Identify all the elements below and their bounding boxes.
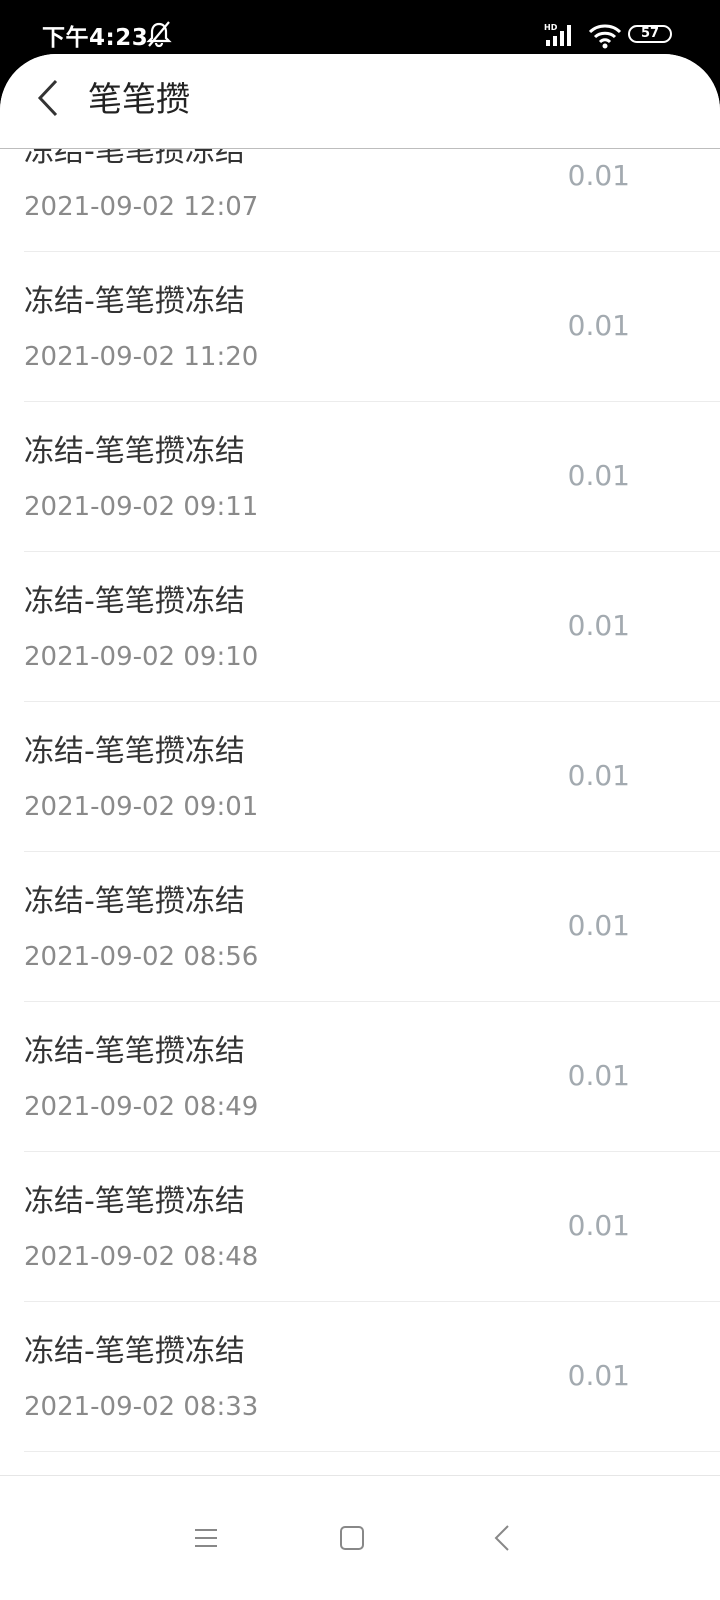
item-time: 2021-09-02 09:01 <box>24 792 259 822</box>
item-title: 冻结-笔笔攒冻结 <box>24 1034 245 1069</box>
item-amount: 0.01 <box>567 1059 630 1092</box>
wifi-icon <box>588 23 622 53</box>
item-time: 2021-09-02 08:48 <box>24 1242 259 1272</box>
status-time: 下午4:23 <box>42 25 149 51</box>
item-amount: 0.01 <box>567 459 630 492</box>
chevron-left-icon <box>34 78 62 122</box>
page-title: 笔笔攒 <box>88 80 190 120</box>
menu-button[interactable] <box>184 1520 228 1560</box>
list-item[interactable]: 冻结-笔笔攒冻结 2021-09-02 09:11 0.01 <box>24 402 720 552</box>
item-amount: 0.01 <box>567 609 630 642</box>
item-title: 冻结-笔笔攒冻结 <box>24 734 245 769</box>
item-title: 冻结-笔笔攒冻结 <box>24 1334 245 1369</box>
menu-icon <box>193 1525 219 1555</box>
item-time: 2021-09-02 09:11 <box>24 492 259 522</box>
list-item[interactable]: 冻结-笔笔攒冻结 2021-09-02 08:33 0.01 <box>24 1302 720 1452</box>
signal-icon: HD <box>544 22 576 52</box>
battery-icon: 57 <box>628 25 672 43</box>
header: 笔笔攒 <box>0 54 720 149</box>
transaction-list[interactable]: 冻结-笔笔攒冻结 2021-09-02 12:07 0.01 冻结-笔笔攒冻结 2021… <box>0 149 720 1475</box>
item-title: 冻结-笔笔攒冻结 <box>24 584 245 619</box>
item-time: 2021-09-02 12:07 <box>24 192 259 222</box>
item-title: 冻结-笔笔攒冻结 <box>24 149 245 169</box>
mute-alarm-icon <box>146 20 172 52</box>
list-item[interactable]: 冻结-笔笔攒冻结 2021-09-02 08:48 0.01 <box>24 1152 720 1302</box>
item-amount: 0.01 <box>567 1359 630 1392</box>
item-amount: 0.01 <box>567 759 630 792</box>
home-button[interactable] <box>330 1520 374 1560</box>
back-triangle-icon <box>492 1524 512 1556</box>
item-title: 冻结-笔笔攒冻结 <box>24 434 245 469</box>
item-title: 冻结-笔笔攒冻结 <box>24 884 245 919</box>
list-item[interactable]: 冻结-笔笔攒冻结 2021-09-02 11:20 0.01 <box>24 252 720 402</box>
network-label: HD <box>544 23 558 32</box>
item-title: 冻结-笔笔攒冻结 <box>24 284 245 319</box>
back-button[interactable] <box>24 76 72 124</box>
list-item[interactable]: 冻结-笔笔攒冻结 2021-09-02 08:56 0.01 <box>24 852 720 1002</box>
home-square-icon <box>339 1525 365 1555</box>
list-item[interactable]: 冻结-笔笔攒冻结 2021-09-02 08:49 0.01 <box>24 1002 720 1152</box>
item-time: 2021-09-02 09:10 <box>24 642 259 672</box>
item-amount: 0.01 <box>567 309 630 342</box>
system-nav-bar <box>0 1475 720 1600</box>
list-item[interactable]: 冻结-笔笔攒冻结 2021-09-02 12:07 0.01 <box>24 149 720 252</box>
item-time: 2021-09-02 08:33 <box>24 1392 259 1422</box>
battery-level: 57 <box>640 26 660 41</box>
item-amount: 0.01 <box>567 159 630 192</box>
item-amount: 0.01 <box>567 1209 630 1242</box>
app-screen: 笔笔攒 冻结-笔笔攒冻结 2021-09-02 12:07 0.01 冻结-笔笔攒冻结… <box>0 54 720 1600</box>
item-time: 2021-09-02 08:49 <box>24 1092 259 1122</box>
list-item[interactable]: 冻结-笔笔攒冻结 2021-09-02 09:01 0.01 <box>24 702 720 852</box>
item-time: 2021-09-02 08:56 <box>24 942 259 972</box>
list-item[interactable]: 冻结-笔笔攒冻结 2021-09-02 09:10 0.01 <box>24 552 720 702</box>
nav-back-button[interactable] <box>480 1520 524 1560</box>
item-time: 2021-09-02 11:20 <box>24 342 259 372</box>
item-amount: 0.01 <box>567 909 630 942</box>
item-title: 冻结-笔笔攒冻结 <box>24 1184 245 1219</box>
